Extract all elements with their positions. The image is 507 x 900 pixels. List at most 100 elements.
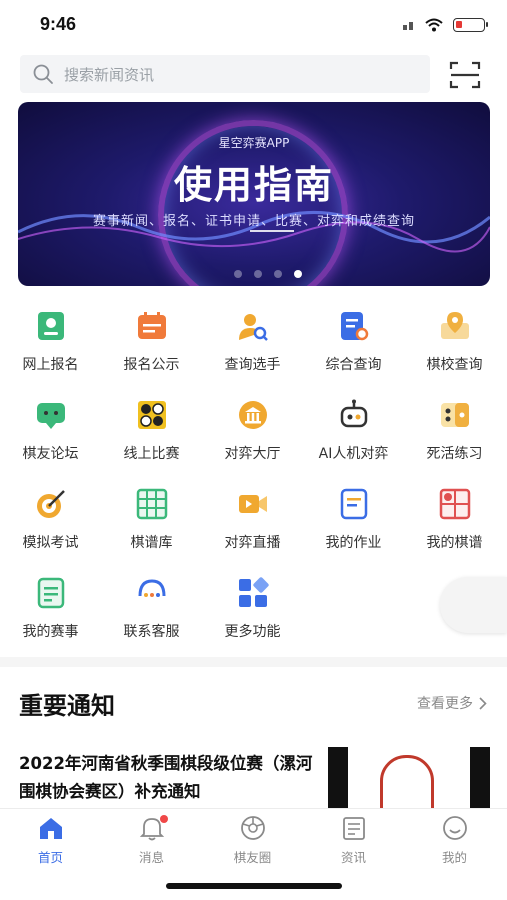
search-player-icon [238, 314, 268, 341]
grid-item-label: 我的赛事 [22, 624, 79, 640]
banner-dot[interactable] [254, 270, 262, 278]
tab-item[interactable]: 我的 [404, 815, 505, 865]
grid-item[interactable]: 我的赛事 [0, 572, 101, 658]
section-divider [0, 657, 507, 667]
see-more-link[interactable]: 查看更多 [417, 693, 487, 713]
banner-dot[interactable] [234, 270, 242, 278]
grid-item[interactable]: 更多功能 [202, 572, 303, 658]
practice-icon [440, 403, 469, 427]
search-input[interactable]: 搜索新闻资讯 [20, 55, 430, 93]
status-time: 9:46 [40, 14, 77, 34]
scan-icon[interactable] [449, 60, 481, 90]
grid-item[interactable]: 我的棋谱 [404, 483, 505, 569]
location-map-icon [440, 312, 469, 339]
grid-item-label: 棋校查询 [426, 357, 483, 373]
search-placeholder: 搜索新闻资讯 [64, 65, 155, 84]
robot-icon [340, 399, 367, 428]
registration-icon [37, 312, 64, 340]
banner-carousel[interactable]: 星空弈赛APP 使用指南 赛事新闻、报名、证书申请、比赛、对弈和成绩查询 [18, 102, 490, 286]
see-more-label: 查看更多 [417, 696, 473, 712]
notice-board-icon [137, 312, 166, 339]
search-icon [33, 64, 53, 84]
aperture-icon [239, 815, 267, 841]
grid-item-label: 我的作业 [325, 535, 382, 551]
tab-item[interactable]: 资讯 [303, 815, 404, 865]
banner-underline [250, 230, 294, 232]
tab-item[interactable]: 消息 [101, 815, 202, 865]
banner-pagination[interactable] [234, 270, 302, 278]
grid-item[interactable]: 死活练习 [404, 394, 505, 480]
grid-item[interactable]: 对弈直播 [202, 483, 303, 569]
home-indicator [166, 883, 342, 889]
customer-service-icon [138, 579, 165, 597]
profile-icon [441, 815, 469, 841]
banner-subtitle: 星空弈赛APP [218, 136, 290, 150]
grid-item[interactable]: AI人机对弈 [303, 394, 404, 480]
floating-assistant-button[interactable] [440, 577, 507, 633]
video-icon [238, 495, 267, 513]
tab-item[interactable]: 首页 [0, 815, 101, 865]
status-bar: 9:46 [0, 0, 507, 48]
grid-item[interactable]: 对弈大厅 [202, 394, 303, 480]
grid-item-label: 棋谱库 [130, 535, 173, 551]
target-icon [36, 490, 65, 518]
more-apps-icon [238, 577, 269, 607]
banner-description: 赛事新闻、报名、证书申请、比赛、对弈和成绩查询 [92, 214, 415, 229]
grid-item-label: 线上比赛 [123, 446, 180, 462]
grid-item[interactable]: 综合查询 [303, 305, 404, 391]
grid-item-label: 综合查询 [325, 357, 382, 373]
grid-item-label: 网上报名 [22, 357, 79, 373]
grid-item[interactable]: 模拟考试 [0, 483, 101, 569]
grid-item[interactable]: 网上报名 [0, 305, 101, 391]
grid-item-label: 对弈直播 [224, 535, 281, 551]
grid-item[interactable]: 联系客服 [101, 572, 202, 658]
signal-icon [403, 21, 415, 30]
grid-item[interactable]: 报名公示 [101, 305, 202, 391]
wifi-icon [425, 18, 443, 32]
notice-thumbnail [328, 747, 490, 808]
notice-title: 2022年河南省秋季围棋段级位赛（漯河围棋协会赛区）补充通知 [19, 754, 313, 801]
tab-label: 我的 [441, 850, 467, 865]
grid-item[interactable]: 棋校查询 [404, 305, 505, 391]
grid-item-label: AI人机对弈 [318, 446, 389, 462]
bell-icon [138, 815, 168, 841]
grid-item[interactable]: 棋友论坛 [0, 394, 101, 480]
grid-item[interactable]: 查询选手 [202, 305, 303, 391]
grid-item[interactable]: 我的作业 [303, 483, 404, 569]
section-title: 重要通知 [19, 692, 115, 720]
banner-dot[interactable] [274, 270, 282, 278]
grid-item-label: 更多功能 [224, 624, 281, 640]
grid-item-label: 对弈大厅 [224, 446, 281, 462]
banner-title: 使用指南 [173, 163, 334, 207]
tab-label: 棋友圈 [233, 850, 272, 865]
tab-label: 首页 [37, 850, 63, 865]
battery-icon [453, 18, 488, 32]
tab-item[interactable]: 棋友圈 [202, 815, 303, 865]
notification-badge [159, 815, 168, 823]
grid-item-label: 查询选手 [224, 357, 281, 373]
grid-item[interactable]: 线上比赛 [101, 394, 202, 480]
banner-dot[interactable] [294, 270, 302, 278]
notice-item[interactable]: 2022年河南省秋季围棋段级位赛（漯河围棋协会赛区）补充通知 [0, 740, 507, 808]
chat-icon [36, 403, 65, 429]
grid-item-label: 我的棋谱 [426, 535, 483, 551]
chevron-right-icon [479, 696, 487, 710]
tab-label: 资讯 [340, 850, 366, 865]
grid-item-label: 棋友论坛 [22, 446, 79, 462]
my-events-icon [37, 577, 64, 609]
homework-icon [340, 488, 367, 520]
news-icon [340, 815, 368, 841]
my-record-icon [439, 488, 470, 520]
grid-item[interactable]: 棋谱库 [101, 483, 202, 569]
document-search-icon [340, 312, 368, 341]
seal-logo-icon [380, 755, 434, 808]
status-icons [403, 18, 488, 32]
grid-item-label: 报名公示 [123, 357, 180, 373]
grid-item-label: 联系客服 [123, 624, 180, 640]
tab-label: 消息 [138, 850, 164, 865]
grid-item-label: 模拟考试 [22, 535, 79, 551]
hall-icon [238, 401, 267, 429]
grid-item-label: 死活练习 [426, 446, 483, 462]
game-record-icon [136, 488, 167, 520]
home-icon [37, 815, 65, 841]
